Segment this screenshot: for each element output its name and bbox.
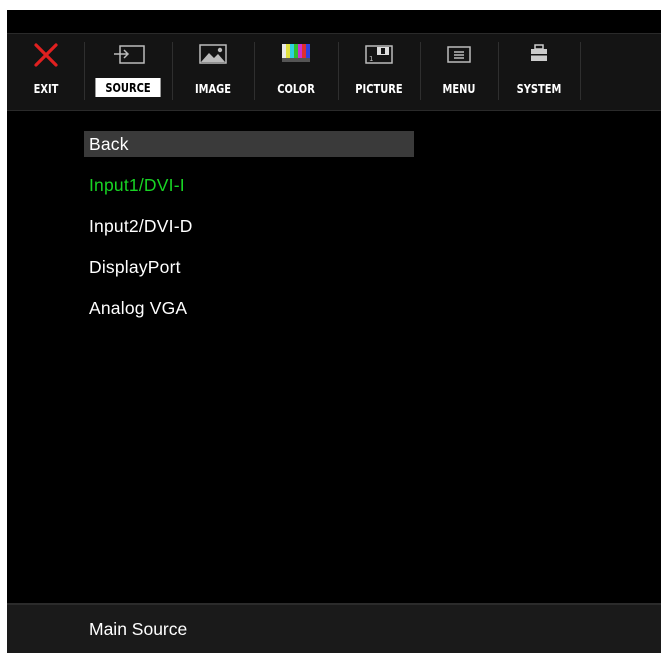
- toolbar-exit[interactable]: EXIT: [17, 34, 75, 110]
- color-bars-icon: [281, 42, 311, 69]
- status-text: Main Source: [89, 619, 188, 639]
- toolbar-system[interactable]: SYSTEM: [499, 34, 579, 110]
- input-source-icon: [110, 42, 146, 71]
- system-icon: [527, 42, 551, 71]
- toolbar-menu[interactable]: MENU: [421, 34, 497, 110]
- menu-item-input2-dvi-d[interactable]: Input2/DVI-D: [84, 213, 414, 239]
- svg-text:1: 1: [369, 55, 373, 63]
- image-icon: [198, 42, 228, 71]
- top-bar: [7, 10, 661, 33]
- toolbar-exit-label: EXIT: [33, 81, 59, 96]
- toolbar-image-label: IMAGE: [194, 81, 232, 96]
- toolbar-picture-label: PICTURE: [355, 81, 403, 96]
- toolbar-source[interactable]: SOURCE: [85, 34, 171, 110]
- picture-in-picture-icon: 1: [364, 42, 394, 71]
- toolbar-image[interactable]: IMAGE: [173, 34, 253, 110]
- menu-item-back[interactable]: Back: [84, 131, 414, 157]
- toolbar-color[interactable]: COLOR: [255, 34, 337, 110]
- toolbar-picture[interactable]: 1 PICTURE: [339, 34, 419, 110]
- source-menu: Back Input1/DVI-I Input2/DVI-D DisplayPo…: [84, 131, 414, 336]
- menu-item-input1-dvi-i[interactable]: Input1/DVI-I: [84, 172, 414, 198]
- osd-window: EXIT SOURCE IMAGE COLOR 1 PICTURE MENU S…: [7, 10, 661, 653]
- toolbar-menu-label: MENU: [442, 81, 476, 96]
- toolbar-system-label: SYSTEM: [516, 81, 562, 96]
- menu-item-displayport[interactable]: DisplayPort: [84, 254, 414, 280]
- menu-icon: [445, 42, 473, 71]
- status-bar: Main Source: [7, 603, 661, 653]
- toolbar-divider: [580, 42, 581, 100]
- close-icon: [33, 42, 59, 73]
- toolbar: EXIT SOURCE IMAGE COLOR 1 PICTURE MENU S…: [7, 33, 661, 111]
- toolbar-color-label: COLOR: [277, 81, 315, 96]
- menu-item-analog-vga[interactable]: Analog VGA: [84, 295, 414, 321]
- toolbar-source-label: SOURCE: [95, 78, 161, 97]
